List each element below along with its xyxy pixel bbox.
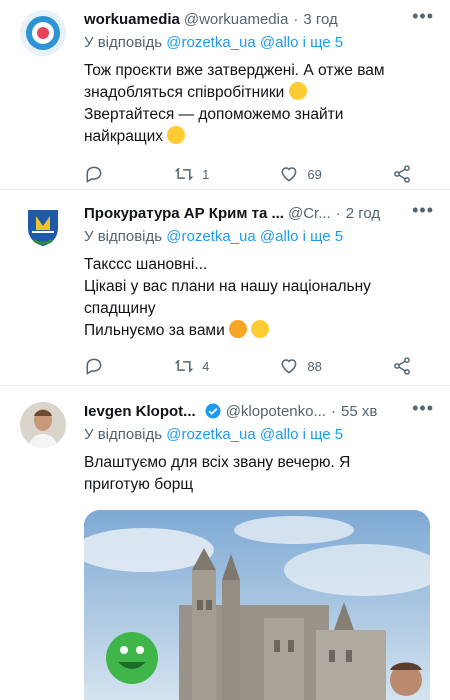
- more-icon[interactable]: •••: [412, 200, 434, 221]
- reply-context: У відповідь @rozetka_ua @allo і ще 5: [84, 426, 436, 446]
- text-line: Таксcс шановні...: [84, 256, 208, 273]
- text-line: Пильнуємо за вами: [84, 322, 225, 339]
- workuamedia-logo-icon: [20, 10, 66, 56]
- reply-more[interactable]: і ще 5: [303, 426, 344, 443]
- reply-prefix: У відповідь: [84, 228, 163, 245]
- text-line: Влаштуємо для всіх звану вечерю. Я: [84, 454, 351, 471]
- reply-more[interactable]: і ще 5: [303, 228, 344, 245]
- reply-mentions[interactable]: @rozetka_ua @allo: [166, 34, 298, 51]
- reply-button[interactable]: [84, 164, 104, 184]
- like-count: 69: [307, 166, 322, 182]
- reply-icon: [86, 166, 102, 183]
- reply-context: У відповідь @rozetka_ua @allo і ще 5: [84, 228, 436, 248]
- reply-prefix: У відповідь: [84, 426, 163, 443]
- author-name[interactable]: Ievgen Klopot...: [84, 403, 196, 420]
- tweet-text: Таксcс шановні... Цікаві у вас плани на …: [84, 254, 436, 342]
- retweet-icon: [174, 167, 194, 181]
- avatar[interactable]: [20, 10, 66, 56]
- text-line: найкращих: [84, 128, 164, 145]
- text-line: Тож проєкти вже затверджені. А отже вам: [84, 62, 385, 79]
- tweet-media-image[interactable]: [84, 510, 430, 700]
- tweet-text: Влаштуємо для всіх звану вечерю. Я приго…: [84, 452, 436, 496]
- reply-more[interactable]: і ще 5: [303, 34, 344, 51]
- separator: ·: [293, 10, 299, 28]
- tweet[interactable]: Ievgen Klopot... @klopotenko... · 55 хв …: [0, 386, 450, 700]
- castle-photo-icon: [84, 510, 430, 700]
- tweet-text: Тож проєкти вже затверджені. А отже вам …: [84, 60, 436, 148]
- reply-context: У відповідь @rozetka_ua @allo і ще 5: [84, 34, 436, 54]
- text-line: приготую борщ: [84, 476, 194, 493]
- share-button[interactable]: [392, 356, 412, 376]
- separator: ·: [335, 204, 341, 222]
- text-line: Цікаві у вас плани на нашу національну: [84, 278, 371, 295]
- more-icon[interactable]: •••: [412, 398, 434, 419]
- author-handle[interactable]: @Cr...: [288, 205, 331, 222]
- retweet-button[interactable]: 4: [174, 356, 209, 376]
- like-button[interactable]: 88: [279, 356, 322, 376]
- upside-down-face-emoji-icon: [251, 320, 270, 338]
- retweet-count: 1: [202, 166, 210, 182]
- author-photo-icon: [20, 402, 66, 448]
- timestamp[interactable]: 55 хв: [341, 403, 377, 420]
- avatar[interactable]: [20, 204, 66, 250]
- retweet-count: 4: [202, 358, 210, 374]
- like-icon: [282, 167, 297, 182]
- more-icon[interactable]: •••: [412, 6, 434, 27]
- author-handle[interactable]: @klopotenko...: [226, 403, 326, 420]
- reply-mentions[interactable]: @rozetka_ua @allo: [166, 228, 298, 245]
- wink-face-emoji-icon: [167, 126, 186, 144]
- avatar[interactable]: [20, 402, 66, 448]
- tweet[interactable]: workuamedia @workuamedia · 3 год ••• У в…: [0, 0, 450, 190]
- verified-icon: [205, 403, 221, 419]
- reply-prefix: У відповідь: [84, 34, 163, 51]
- share-button[interactable]: [392, 164, 412, 184]
- reply-mentions[interactable]: @rozetka_ua @allo: [166, 426, 298, 443]
- timestamp[interactable]: 3 год: [303, 11, 337, 28]
- author-name[interactable]: workuamedia: [84, 11, 180, 28]
- share-icon: [394, 165, 410, 183]
- retweet-button[interactable]: 1: [174, 164, 209, 184]
- text-line: Звертайтеся — допоможемо знайти: [84, 106, 344, 123]
- upside-down-face-emoji-icon: [288, 82, 307, 100]
- prosecutor-emblem-icon: [28, 210, 58, 246]
- separator: ·: [330, 402, 336, 420]
- share-icon: [394, 357, 410, 375]
- author-handle[interactable]: @workuamedia: [184, 11, 288, 28]
- hugging-face-emoji-icon: [229, 320, 248, 338]
- reply-icon: [86, 358, 102, 375]
- like-button[interactable]: 69: [279, 164, 322, 184]
- text-line: знадобляться співробітники: [84, 84, 285, 101]
- retweet-icon: [174, 359, 194, 373]
- like-count: 88: [307, 358, 322, 374]
- reply-button[interactable]: [84, 356, 104, 376]
- like-icon: [282, 359, 297, 374]
- tweet[interactable]: Прокуратура АР Крим та ... @Cr... · 2 го…: [0, 190, 450, 386]
- timestamp[interactable]: 2 год: [346, 205, 380, 222]
- text-line: спадщину: [84, 300, 156, 317]
- author-name[interactable]: Прокуратура АР Крим та ...: [84, 205, 284, 222]
